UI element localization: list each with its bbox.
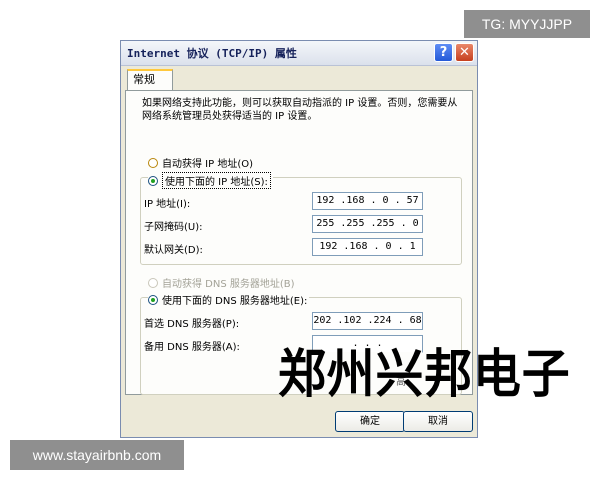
close-button[interactable]: ✕ [455,43,474,62]
overlay-watermark-text: 郑州兴邦电子 [278,345,571,405]
dns-manual-option[interactable]: 使用下面的 DNS 服务器地址(E): [148,292,310,307]
title-bar[interactable]: Internet 协议 (TCP/IP) 属性 ? ✕ [121,41,477,66]
watermark-bottom: www.stayairbnb.com [10,440,184,470]
tab-general[interactable]: 常规 [127,69,173,91]
ip-address-label: IP 地址(I): [144,199,191,210]
ip-manual-option[interactable]: 使用下面的 IP 地址(S): [148,172,273,189]
ip-auto-radio[interactable] [148,157,158,168]
watermark-top: TG: MYYJJPP [464,10,590,38]
dns-auto-label: 自动获得 DNS 服务器地址(B) [162,279,295,290]
description-text: 如果网络支持此功能，则可以获取自动指派的 IP 设置。否则，您需要从网络系统管理… [142,98,458,122]
preferred-dns-label: 首选 DNS 服务器(P): [144,319,240,330]
ip-address-input[interactable]: 192 .168 . 0 . 57 [312,192,423,210]
subnet-mask-input[interactable]: 255 .255 .255 . 0 [312,215,423,233]
help-button[interactable]: ? [434,43,453,62]
default-gateway-input[interactable]: 192 .168 . 0 . 1 [312,238,423,256]
dialog-title: Internet 协议 (TCP/IP) 属性 [127,47,297,60]
preferred-dns-input[interactable]: 202 .102 .224 . 68 [312,312,423,330]
alternate-dns-label: 备用 DNS 服务器(A): [144,342,240,353]
default-gateway-label: 默认网关(D): [144,245,203,256]
ip-manual-radio[interactable] [148,175,158,186]
ip-manual-label: 使用下面的 IP 地址(S): [162,172,271,189]
ip-auto-option[interactable]: 自动获得 IP 地址(O) [148,155,253,170]
cancel-button[interactable]: 取消 [403,411,473,432]
dns-manual-radio[interactable] [148,294,158,305]
ip-auto-label: 自动获得 IP 地址(O) [162,159,254,170]
dns-auto-radio[interactable] [148,277,158,288]
subnet-mask-label: 子网掩码(U): [144,222,203,233]
dns-auto-option[interactable]: 自动获得 DNS 服务器地址(B) [148,275,295,290]
ok-button[interactable]: 确定 [335,411,405,432]
dns-manual-label: 使用下面的 DNS 服务器地址(E): [162,296,308,307]
